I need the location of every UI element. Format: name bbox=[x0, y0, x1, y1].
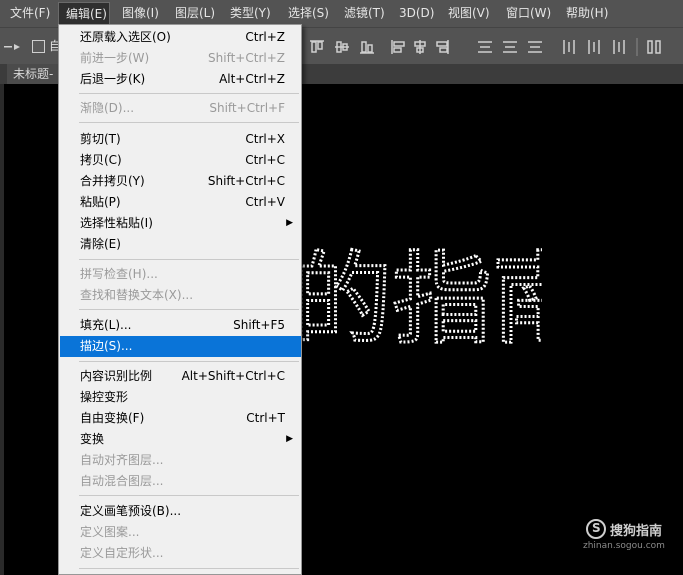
submenu-arrow-icon: ▶ bbox=[286, 218, 293, 228]
menu-item-label: 定义画笔预设(B)... bbox=[80, 504, 182, 518]
menu-item-fade[interactable]: 渐隐(D)... Shift+Ctrl+F bbox=[60, 98, 301, 119]
menu-separator bbox=[79, 122, 299, 123]
canvas-text: 的指南 bbox=[292, 241, 542, 349]
menu-filter[interactable]: 滤镜(T) bbox=[344, 0, 385, 27]
menu-item-label: 选择性粘贴(I) bbox=[80, 216, 153, 230]
menu-item-label: 操控变形 bbox=[80, 390, 129, 404]
watermark-url: zhinan.sogou.com bbox=[583, 541, 665, 551]
menu-item-label: 拷贝(C) bbox=[80, 153, 122, 167]
menu-layer[interactable]: 图层(L) bbox=[175, 0, 215, 27]
menu-item-label: 定义自定形状... bbox=[80, 546, 164, 560]
menu-item-auto-blend-layers[interactable]: 自动混合图层... bbox=[60, 471, 301, 492]
menu-item-label: 还原载入选区(O) bbox=[80, 30, 171, 44]
menu-item-shortcut: Ctrl+T bbox=[246, 411, 285, 425]
menu-item-content-aware-scale[interactable]: 内容识别比例 Alt+Shift+Ctrl+C bbox=[60, 366, 301, 387]
menu-separator bbox=[79, 259, 299, 260]
menu-separator bbox=[79, 495, 299, 496]
menu-bar: 文件(F) 编辑(E) 图像(I) 图层(L) 类型(Y) 选择(S) 滤镜(T… bbox=[0, 0, 683, 27]
tool-preset-arrow-icon[interactable] bbox=[4, 41, 20, 53]
sogou-logo-icon: S bbox=[586, 519, 606, 539]
menu-item-label: 查找和替换文本(X)... bbox=[80, 288, 194, 302]
menu-item-label: 填充(L)... bbox=[80, 318, 132, 332]
menu-item-label: 自由变换(F) bbox=[80, 411, 145, 425]
canvas-selection-text: 的指南 bbox=[291, 240, 543, 350]
menu-separator bbox=[79, 309, 299, 310]
menu-3d[interactable]: 3D(D) bbox=[399, 0, 434, 27]
menu-item-shortcut: Ctrl+V bbox=[245, 195, 285, 209]
menu-item-puppet-warp[interactable]: 操控变形 bbox=[60, 387, 301, 408]
menu-item-shortcut: Shift+Ctrl+F bbox=[209, 101, 285, 115]
menu-item-label: 前进一步(W) bbox=[80, 51, 150, 65]
menu-item-define-brush-preset[interactable]: 定义画笔预设(B)... bbox=[60, 501, 301, 522]
menu-item-shortcut: Shift+F5 bbox=[233, 318, 285, 332]
menu-item-clear[interactable]: 清除(E) bbox=[60, 234, 301, 255]
menu-item-label: 渐隐(D)... bbox=[80, 101, 135, 115]
menu-item-label: 粘贴(P) bbox=[80, 195, 121, 209]
menu-item-define-custom-shape[interactable]: 定义自定形状... bbox=[60, 543, 301, 564]
menu-item-copy[interactable]: 拷贝(C) Ctrl+C bbox=[60, 150, 301, 171]
auto-select-checkbox[interactable] bbox=[32, 40, 45, 53]
submenu-arrow-icon: ▶ bbox=[286, 434, 293, 444]
menu-select[interactable]: 选择(S) bbox=[288, 0, 329, 27]
align-distribute-icons[interactable] bbox=[306, 38, 676, 56]
menu-view[interactable]: 视图(V) bbox=[448, 0, 490, 27]
menu-item-cut[interactable]: 剪切(T) Ctrl+X bbox=[60, 129, 301, 150]
menu-edit[interactable]: 编辑(E) bbox=[58, 2, 110, 26]
menu-item-label: 合并拷贝(Y) bbox=[80, 174, 145, 188]
menu-item-shortcut: Ctrl+C bbox=[245, 153, 285, 167]
menu-separator bbox=[79, 568, 299, 569]
menu-item-step-forward[interactable]: 前进一步(W) Shift+Ctrl+Z bbox=[60, 48, 301, 69]
watermark-brand: 搜狗指南 bbox=[610, 524, 663, 539]
menu-item-label: 描边(S)... bbox=[80, 339, 133, 353]
menu-item-check-spelling[interactable]: 拼写检查(H)... bbox=[60, 264, 301, 285]
menu-item-define-pattern[interactable]: 定义图案... bbox=[60, 522, 301, 543]
menu-item-undo-load-selection[interactable]: 还原载入选区(O) Ctrl+Z bbox=[60, 27, 301, 48]
menu-item-step-backward[interactable]: 后退一步(K) Alt+Ctrl+Z bbox=[60, 69, 301, 90]
menu-item-auto-align-layers[interactable]: 自动对齐图层... bbox=[60, 450, 301, 471]
logo-letter: S bbox=[592, 521, 601, 535]
menu-item-label: 自动对齐图层... bbox=[80, 453, 164, 467]
menu-item-shortcut: Shift+Ctrl+Z bbox=[208, 51, 285, 65]
menu-item-shortcut: Ctrl+Z bbox=[245, 30, 285, 44]
menu-item-shortcut: Alt+Shift+Ctrl+C bbox=[181, 369, 285, 383]
menu-item-find-replace-text[interactable]: 查找和替换文本(X)... bbox=[60, 285, 301, 306]
menu-item-label: 清除(E) bbox=[80, 237, 121, 251]
menu-item-stroke[interactable]: 描边(S)... bbox=[60, 336, 301, 357]
menu-item-shortcut: Ctrl+X bbox=[245, 132, 285, 146]
menu-item-label: 定义图案... bbox=[80, 525, 140, 539]
menu-item-label: 拼写检查(H)... bbox=[80, 267, 158, 281]
menu-item-shortcut: Alt+Ctrl+Z bbox=[219, 72, 285, 86]
menu-item-transform[interactable]: 变换 ▶ bbox=[60, 429, 301, 450]
menu-image[interactable]: 图像(I) bbox=[122, 0, 159, 27]
menu-type[interactable]: 类型(Y) bbox=[230, 0, 271, 27]
menu-item-free-transform[interactable]: 自由变换(F) Ctrl+T bbox=[60, 408, 301, 429]
menu-item-label: 变换 bbox=[80, 432, 105, 446]
menu-item-label: 后退一步(K) bbox=[80, 72, 146, 86]
edit-menu-dropdown: 还原载入选区(O) Ctrl+Z 前进一步(W) Shift+Ctrl+Z 后退… bbox=[58, 24, 302, 575]
menu-window[interactable]: 窗口(W) bbox=[506, 0, 551, 27]
menu-item-label: 自动混合图层... bbox=[80, 474, 164, 488]
menu-separator bbox=[79, 93, 299, 94]
tools-panel-edge bbox=[0, 84, 4, 575]
menu-help[interactable]: 帮助(H) bbox=[566, 0, 608, 27]
menu-item-label: 内容识别比例 bbox=[80, 369, 153, 383]
menu-item-paste[interactable]: 粘贴(P) Ctrl+V bbox=[60, 192, 301, 213]
menu-item-copy-merged[interactable]: 合并拷贝(Y) Shift+Ctrl+C bbox=[60, 171, 301, 192]
menu-item-shortcut: Shift+Ctrl+C bbox=[207, 174, 285, 188]
menu-item-paste-special[interactable]: 选择性粘贴(I) ▶ bbox=[60, 213, 301, 234]
menu-separator bbox=[79, 361, 299, 362]
menu-item-fill[interactable]: 填充(L)... Shift+F5 bbox=[60, 315, 301, 336]
menu-item-label: 剪切(T) bbox=[80, 132, 121, 146]
menu-file[interactable]: 文件(F) bbox=[10, 0, 50, 27]
